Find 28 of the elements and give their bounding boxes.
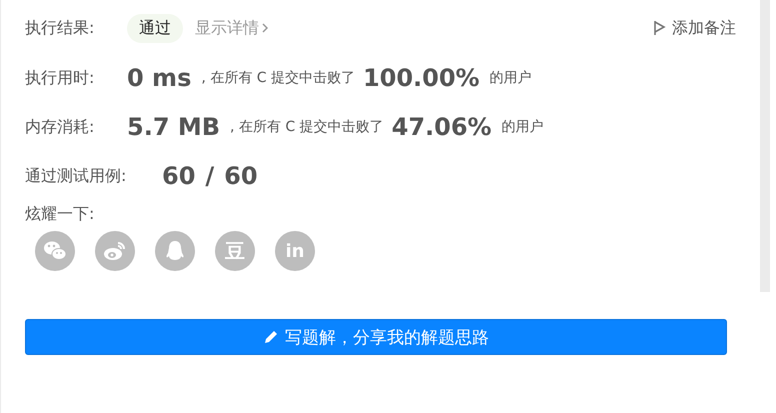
stat-text: 的用户 [502, 118, 544, 136]
stat-value: 0 ms [127, 64, 192, 92]
write-solution-button[interactable]: 写题解，分享我的解题思路 [25, 319, 727, 355]
separator: / [205, 162, 214, 190]
chevron-right-icon [262, 23, 268, 33]
chat-bubbles-icon[interactable] [35, 231, 75, 271]
stat-text: , 在所有 C 提交中击败了 [230, 118, 384, 136]
stat-text: , 在所有 C 提交中击败了 [201, 69, 355, 87]
status-badge: 通过 [127, 14, 183, 42]
linkedin-icon[interactable]: in [275, 231, 315, 271]
share-label: 炫耀一下: [25, 204, 96, 225]
field-label: 执行结果: [25, 18, 96, 38]
field-label: 通过测试用例: [25, 166, 128, 186]
stat-value: 5.7 MB [127, 113, 220, 141]
eye-swirl-icon[interactable] [95, 231, 135, 271]
percent-value: 100.00% [362, 64, 480, 92]
flag-icon [654, 20, 666, 36]
field-label: 内存消耗: [25, 116, 96, 138]
add-note-button[interactable]: 添加备注 [654, 18, 736, 38]
penguin-icon[interactable] [155, 231, 195, 271]
details-link[interactable]: 显示详情 [195, 18, 268, 38]
stat-text: 的用户 [490, 69, 532, 87]
pencil-icon [263, 329, 279, 345]
percent-value: 47.06% [392, 113, 492, 141]
field-label: 执行用时: [25, 68, 96, 88]
douban-icon[interactable]: 豆 [215, 231, 255, 271]
passed-count: 60 [162, 162, 196, 190]
total-count: 60 [224, 162, 258, 190]
